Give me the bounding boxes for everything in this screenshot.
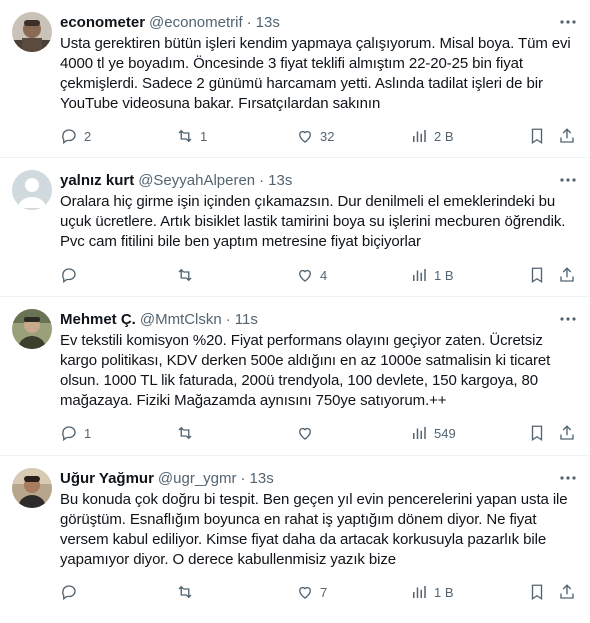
share-icon	[558, 583, 576, 601]
bookmark-button[interactable]	[528, 126, 546, 146]
views-count: 2 B	[434, 128, 454, 144]
author-handle[interactable]: @SeyyahAlperen	[138, 172, 255, 189]
tweet[interactable]: econometer @econometrif · 13s Usta gerek…	[0, 0, 590, 158]
tweet-text: Ev tekstili komisyon %20. Fiyat performa…	[60, 332, 551, 409]
avatar[interactable]	[12, 309, 52, 349]
author-name[interactable]: Uğur Yağmur	[60, 470, 154, 487]
like-button[interactable]: 7	[296, 582, 327, 602]
reply-button[interactable]	[60, 265, 84, 285]
tweet[interactable]: Uğur Yağmur @ugr_ygmr · 13s Bu konuda ço…	[0, 456, 590, 623]
like-icon	[296, 266, 314, 284]
share-button[interactable]	[558, 126, 576, 146]
tweet-text: Usta gerektiren bütün işleri kendim yapm…	[60, 35, 571, 112]
avatar[interactable]	[12, 468, 52, 508]
tweet-text: Bu konuda çok doğru bi tespit. Ben geçen…	[60, 491, 568, 568]
share-icon	[558, 424, 576, 442]
tweet[interactable]: Mehmet Ç. @MmtClskn · 11s Ev tekstili ko…	[0, 297, 590, 456]
timestamp[interactable]: 13s	[256, 14, 280, 31]
reply-icon	[60, 583, 78, 601]
like-button[interactable]: 32	[296, 126, 334, 146]
share-button[interactable]	[558, 265, 576, 285]
views-icon	[410, 583, 428, 601]
views-count: 549	[434, 425, 456, 441]
reply-count: 2	[84, 128, 92, 144]
bookmark-button[interactable]	[528, 423, 546, 443]
reply-button[interactable]: 2	[60, 126, 91, 146]
share-button[interactable]	[558, 582, 576, 602]
bookmark-icon	[528, 127, 546, 145]
more-icon[interactable]	[558, 170, 578, 190]
views-icon	[410, 127, 428, 145]
separator-dot: ·	[259, 171, 265, 189]
reply-button[interactable]: 1	[60, 423, 91, 443]
reply-icon	[60, 127, 78, 145]
bookmark-button[interactable]	[528, 582, 546, 602]
views-button[interactable]: 549	[410, 423, 456, 443]
views-icon	[410, 266, 428, 284]
more-icon[interactable]	[558, 12, 578, 32]
author-handle[interactable]: @econometrif	[149, 14, 243, 31]
author-name[interactable]: econometer	[60, 14, 145, 31]
views-count: 1 B	[434, 584, 454, 600]
like-count: 32	[320, 128, 335, 144]
share-button[interactable]	[558, 423, 576, 443]
views-count: 1 B	[434, 267, 454, 283]
separator-dot: ·	[225, 310, 231, 328]
avatar[interactable]	[12, 170, 52, 210]
reply-count: 1	[84, 425, 92, 441]
like-button[interactable]: 4	[296, 265, 327, 285]
retweet-count: 1	[200, 128, 208, 144]
tweet[interactable]: yalnız kurt @SeyyahAlperen · 13s Oralara…	[0, 158, 590, 297]
reply-icon	[60, 266, 78, 284]
reply-icon	[60, 424, 78, 442]
tweet-text: Oralara hiç girme işin içinden çıkamazsı…	[60, 193, 566, 250]
retweet-icon	[176, 424, 194, 442]
bookmark-icon	[528, 424, 546, 442]
like-icon	[296, 424, 314, 442]
bookmark-icon	[528, 583, 546, 601]
like-count: 4	[320, 267, 328, 283]
timestamp[interactable]: 13s	[250, 470, 274, 487]
share-icon	[558, 266, 576, 284]
retweet-icon	[176, 127, 194, 145]
author-name[interactable]: yalnız kurt	[60, 172, 134, 189]
author-name[interactable]: Mehmet Ç.	[60, 311, 136, 328]
views-button[interactable]: 2 B	[410, 126, 454, 146]
like-button[interactable]	[296, 423, 320, 443]
retweet-icon	[176, 583, 194, 601]
retweet-button[interactable]	[176, 582, 200, 602]
timestamp[interactable]: 13s	[268, 172, 292, 189]
timestamp[interactable]: 11s	[235, 311, 258, 328]
separator-dot: ·	[240, 469, 246, 487]
separator-dot: ·	[246, 13, 252, 31]
author-handle[interactable]: @MmtClskn	[140, 311, 222, 328]
views-button[interactable]: 1 B	[410, 582, 454, 602]
bookmark-icon	[528, 266, 546, 284]
avatar[interactable]	[12, 12, 52, 52]
like-count: 7	[320, 584, 328, 600]
retweet-button[interactable]	[176, 423, 200, 443]
like-icon	[296, 583, 314, 601]
retweet-button[interactable]: 1	[176, 126, 207, 146]
retweet-icon	[176, 266, 194, 284]
more-icon[interactable]	[558, 468, 578, 488]
views-button[interactable]: 1 B	[410, 265, 454, 285]
like-icon	[296, 127, 314, 145]
views-icon	[410, 424, 428, 442]
share-icon	[558, 127, 576, 145]
reply-button[interactable]	[60, 582, 84, 602]
bookmark-button[interactable]	[528, 265, 546, 285]
author-handle[interactable]: @ugr_ygmr	[158, 470, 237, 487]
retweet-button[interactable]	[176, 265, 200, 285]
more-icon[interactable]	[558, 309, 578, 329]
